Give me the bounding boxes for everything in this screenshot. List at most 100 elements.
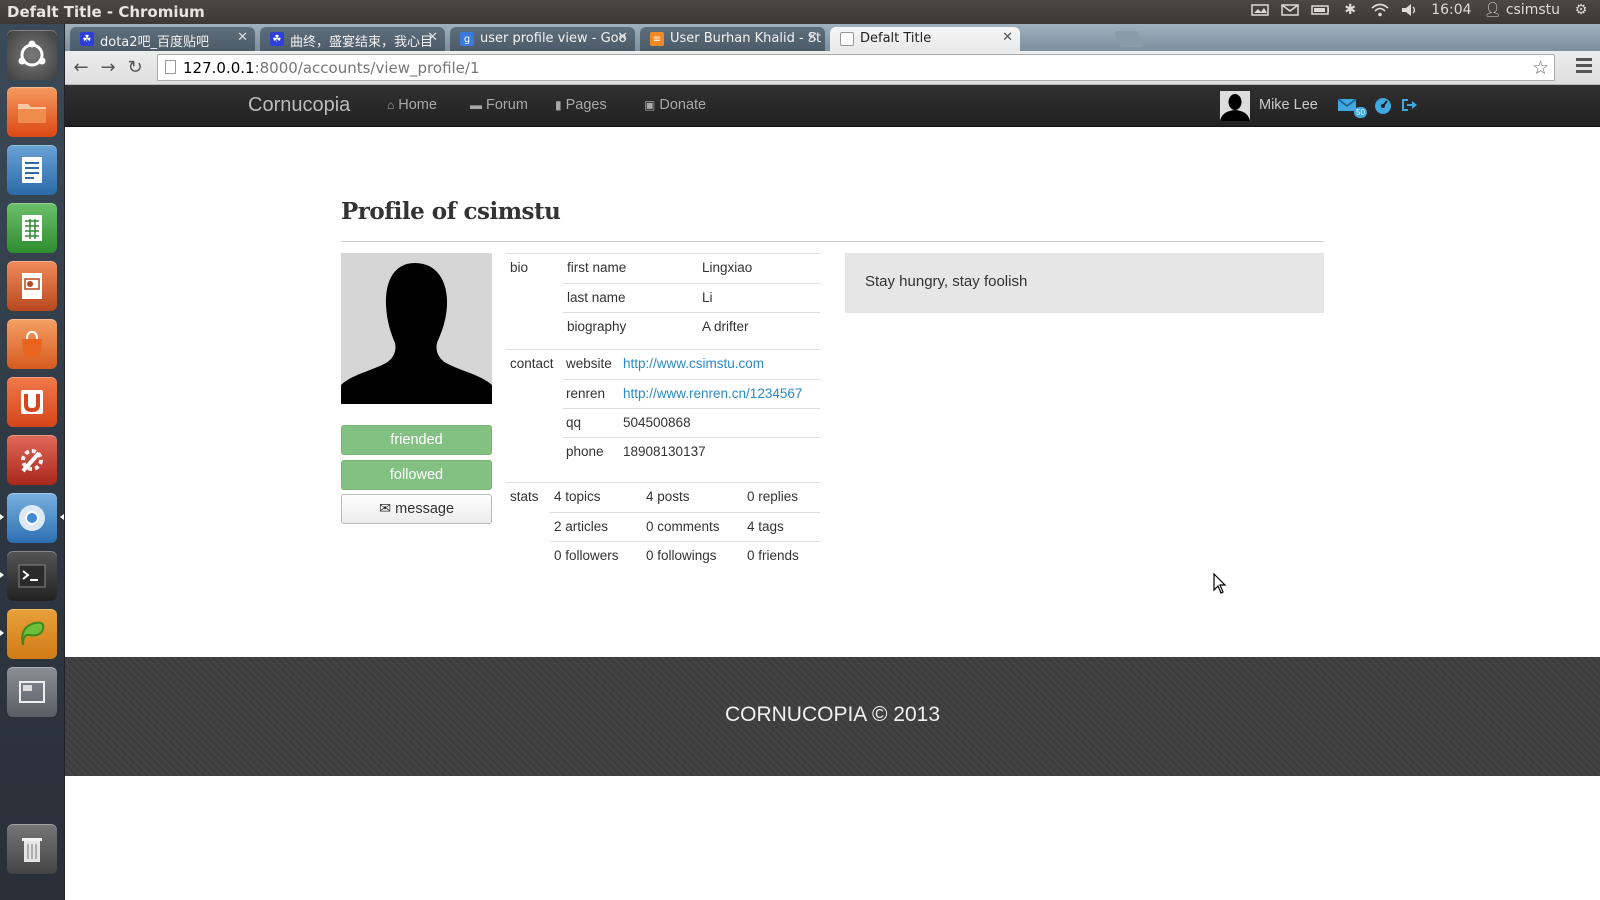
address-bar[interactable]: 127.0.0.1:8000/accounts/view_profile/1 ☆	[157, 54, 1555, 81]
clock[interactable]: 16:04	[1431, 2, 1471, 18]
nav-forum[interactable]: ▬ Forum	[470, 97, 528, 113]
app-swirl-icon	[21, 621, 45, 646]
bluetooth-icon[interactable]: ✱	[1341, 2, 1359, 18]
close-tab-icon[interactable]: ✕	[237, 30, 248, 45]
website-link[interactable]: http://www.csimstu.com	[623, 356, 764, 371]
page-viewport: Cornucopia ⌂ Home ▬ Forum ▮ Pages ▣ Donate M…	[65, 85, 1600, 900]
browser-tab[interactable]: ☘ dota2吧_百度贴吧 ✕	[70, 27, 255, 51]
back-arrow-icon[interactable]: ←	[69, 55, 93, 79]
nav-home[interactable]: ⌂ Home	[387, 97, 437, 113]
page-title: Profile of csimstu	[341, 198, 561, 225]
bio-label: bio	[510, 260, 529, 275]
close-tab-icon[interactable]: ✕	[427, 30, 438, 45]
table-row: biography A drifter	[563, 312, 820, 341]
chromium-launcher-button[interactable]	[7, 493, 57, 543]
green-app-launcher-button[interactable]	[7, 609, 57, 659]
profile-avatar	[341, 253, 492, 404]
terminal-launcher-button[interactable]	[7, 551, 57, 601]
friended-button[interactable]: friended	[341, 425, 492, 455]
software-center-launcher-button[interactable]	[7, 319, 57, 369]
nav-donate[interactable]: ▣ Donate	[644, 97, 706, 113]
new-tab-button[interactable]	[1114, 31, 1144, 47]
followed-button[interactable]: followed	[341, 460, 492, 490]
close-tab-icon[interactable]: ✕	[1002, 30, 1013, 45]
tab-label: user profile view - Goo	[480, 31, 627, 46]
workspace-switcher-button[interactable]	[7, 667, 57, 717]
mouse-cursor-icon	[1213, 572, 1227, 599]
nav-home-label: Home	[398, 97, 437, 113]
browser-tab[interactable]: ≡ User Burhan Khalid - St ✕	[640, 27, 825, 51]
focused-indicator	[60, 514, 64, 520]
table-row: website http://www.csimstu.com	[563, 350, 820, 379]
trash-icon	[22, 838, 42, 862]
close-tab-icon[interactable]: ✕	[617, 30, 628, 45]
wifi-icon[interactable]	[1371, 3, 1389, 17]
avatar[interactable]	[1220, 91, 1250, 121]
close-tab-icon[interactable]: ✕	[807, 30, 818, 45]
browser-tab[interactable]: ☘ 曲终，盛宴结束，我心目 ✕	[260, 27, 445, 51]
url-host: 127.0.0.1	[183, 59, 255, 77]
stat-cell: 4 posts	[646, 489, 690, 504]
google-favicon-icon: g	[460, 32, 474, 46]
table-row: last name Li	[563, 283, 820, 312]
title-divider	[341, 241, 1324, 242]
user-name[interactable]: Mike Lee	[1259, 97, 1318, 113]
session-user-name: csimstu	[1505, 2, 1560, 18]
site-footer: CORNUCOPIA © 2013	[65, 657, 1600, 776]
nav-pages[interactable]: ▮ Pages	[555, 97, 607, 113]
calc-launcher-button[interactable]	[7, 203, 57, 253]
session-user[interactable]: 👤︎ csimstu	[1484, 2, 1560, 18]
renren-link[interactable]: http://www.renren.cn/1234567	[623, 386, 802, 401]
url-path: :8000/accounts/view_profile/1	[254, 59, 480, 77]
message-button[interactable]: ✉ message	[341, 494, 492, 524]
workspace-icon	[19, 681, 45, 703]
field-key: renren	[566, 386, 606, 401]
message-button-label: message	[395, 501, 455, 517]
field-value: Li	[702, 290, 713, 305]
field-key: biography	[567, 319, 627, 334]
comments-icon: ▬	[470, 98, 482, 112]
bookmark-star-icon[interactable]: ☆	[1532, 57, 1549, 79]
mail-count-badge: 50	[1354, 107, 1367, 118]
trash-launcher-button[interactable]	[7, 824, 57, 874]
field-value: 504500868	[623, 415, 691, 430]
system-settings-launcher-button[interactable]	[7, 435, 57, 485]
table-row: 0 followers 0 followings 0 friends	[550, 541, 820, 570]
spreadsheet-icon	[22, 215, 42, 241]
bio-section: bio first name Lingxiao last name Li bio…	[506, 253, 820, 349]
money-icon: ▣	[644, 98, 656, 112]
indicator-app-icon[interactable]	[1251, 3, 1269, 17]
browser-tab[interactable]: g user profile view - Goo ✕	[450, 27, 635, 51]
contact-label: contact	[510, 356, 554, 371]
field-key: qq	[566, 415, 582, 430]
reload-icon[interactable]: ↻	[123, 55, 147, 79]
site-brand[interactable]: Cornucopia	[248, 94, 350, 117]
running-indicator	[0, 572, 4, 578]
files-launcher-button[interactable]	[7, 87, 57, 137]
impress-launcher-button[interactable]	[7, 261, 57, 311]
folder-icon	[18, 104, 46, 123]
stat-cell: 2 articles	[554, 519, 609, 534]
dash-home-button[interactable]	[7, 30, 57, 80]
document-icon	[22, 157, 42, 183]
volume-icon[interactable]	[1401, 3, 1419, 17]
dashboard-icon[interactable]	[1373, 95, 1393, 115]
window-title: Defalt Title - Chromium	[7, 3, 205, 21]
shopping-bag-icon	[22, 330, 42, 357]
battery-icon[interactable]	[1311, 3, 1330, 17]
stat-cell: 0 followings	[646, 548, 717, 563]
mail-icon[interactable]	[1281, 3, 1299, 17]
system-tray: ✱ 16:04 👤︎ csimstu ⚙	[1251, 2, 1590, 18]
gear-icon[interactable]: ⚙	[1572, 2, 1590, 18]
page-favicon-icon	[840, 32, 854, 46]
site-navbar: Cornucopia ⌂ Home ▬ Forum ▮ Pages ▣ Donate M…	[65, 85, 1600, 127]
settings-wrench-icon	[21, 449, 43, 473]
running-indicator	[0, 630, 4, 636]
browser-tab-active[interactable]: Defalt Title ✕	[830, 27, 1020, 51]
sign-out-icon[interactable]	[1399, 95, 1419, 115]
stat-cell: 0 replies	[747, 489, 799, 504]
writer-launcher-button[interactable]	[7, 145, 57, 195]
browser-menu-icon[interactable]	[1576, 58, 1592, 74]
forward-arrow-icon[interactable]: →	[96, 55, 120, 79]
ubuntu-one-launcher-button[interactable]	[7, 377, 57, 427]
